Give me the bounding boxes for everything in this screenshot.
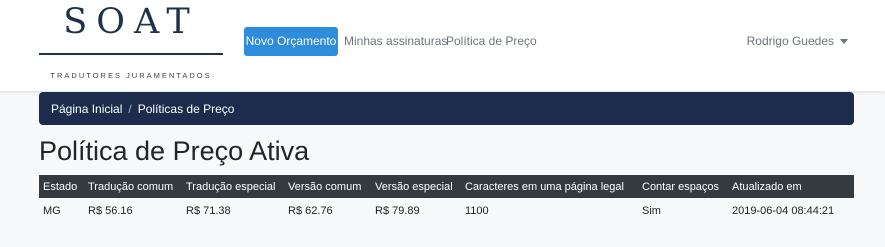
cell-common-translation: R$ 56.16 <box>88 204 133 217</box>
pricing-policy-table: Estado Tradução comum Tradução especial … <box>39 175 854 223</box>
brand-logo[interactable]: SOAT TRADUTORES JURAMENTADOS <box>39 0 223 91</box>
cell-count-spaces: Sim <box>642 204 661 217</box>
cell-special-version: R$ 79.89 <box>375 204 420 217</box>
cell-updated-at: 2019-06-04 08:44:21 <box>732 204 835 217</box>
column-header-characters-per-page: Caracteres em uma página legal <box>461 175 638 198</box>
caret-down-icon <box>840 39 848 45</box>
breadcrumb-home-link[interactable]: Página Inicial <box>51 102 122 116</box>
nav-link-pricing-policy[interactable]: Política de Preço <box>446 27 537 56</box>
column-header-common-translation: Tradução comum <box>84 175 182 198</box>
logo-divider <box>39 53 223 55</box>
top-navbar: SOAT TRADUTORES JURAMENTADOS Novo Orçame… <box>0 0 885 91</box>
column-header-common-version: Versão comum <box>284 175 371 198</box>
page-title: Política de Preço Ativa <box>39 136 310 166</box>
cell-common-version: R$ 62.76 <box>288 204 333 217</box>
column-header-state: Estado <box>39 175 84 198</box>
nav-link-subscriptions[interactable]: Minhas assinaturas <box>344 27 447 56</box>
breadcrumb-current: Políticas de Preço <box>137 101 235 116</box>
breadcrumb-separator: / <box>128 101 132 116</box>
breadcrumb: Página Inicial / Políticas de Preço <box>39 92 854 125</box>
column-header-special-translation: Tradução especial <box>182 175 284 198</box>
table-row: MG R$ 56.16 R$ 71.38 R$ 62.76 R$ 79.89 1… <box>39 198 854 223</box>
cell-state: MG <box>43 204 61 217</box>
brand-name: SOAT <box>63 2 199 42</box>
column-header-updated-at: Atualizado em <box>728 175 854 198</box>
column-header-special-version: Versão especial <box>371 175 461 198</box>
brand-tagline: TRADUTORES JURAMENTADOS <box>50 71 212 80</box>
table-header-row: Estado Tradução comum Tradução especial … <box>39 175 854 198</box>
new-quote-button[interactable]: Novo Orçamento <box>244 27 338 56</box>
cell-characters-per-page: 1100 <box>465 204 489 217</box>
cell-special-translation: R$ 71.38 <box>186 204 231 217</box>
column-header-count-spaces: Contar espaços <box>638 175 728 198</box>
user-menu-dropdown[interactable]: Rodrigo Guedes <box>747 27 848 56</box>
user-name: Rodrigo Guedes <box>746 34 834 48</box>
